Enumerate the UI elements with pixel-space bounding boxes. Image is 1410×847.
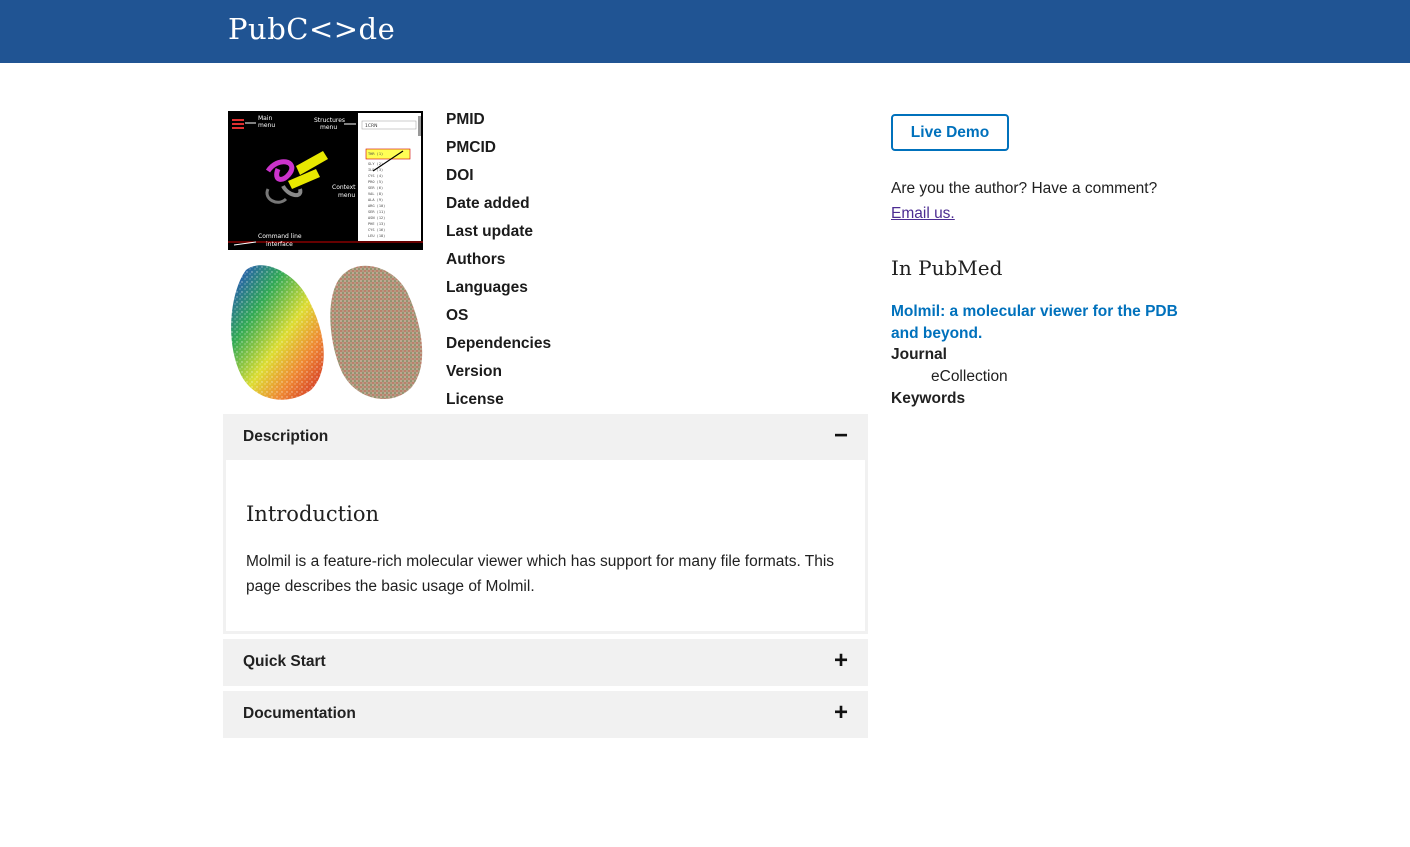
pubmed-heading: In PubMed: [891, 256, 1003, 280]
top-navbar: PubC<>de: [0, 0, 1410, 63]
svg-text:menu: menu: [258, 122, 275, 129]
journal-label: Journal: [891, 346, 947, 363]
expand-icon[interactable]: +: [832, 649, 850, 673]
author-question: Are you the author? Have a comment?: [891, 180, 1158, 197]
meta-date-added: Date added: [446, 195, 530, 212]
svg-text:VAL (8): VAL (8): [368, 192, 383, 196]
accordion-documentation-label: Documentation: [243, 705, 356, 722]
svg-text:LEU (18): LEU (18): [368, 234, 385, 238]
meta-doi: DOI: [446, 167, 474, 184]
command-line-label: Command line: [258, 233, 302, 240]
meta-authors: Authors: [446, 251, 506, 268]
meta-version: Version: [446, 363, 502, 380]
accordion-description-label: Description: [243, 428, 329, 445]
svg-text:ARG (10): ARG (10): [368, 204, 385, 208]
svg-text:interface: interface: [266, 241, 293, 248]
molecular-surface-screenshot[interactable]: [226, 260, 426, 405]
svg-text:CYS (16): CYS (16): [368, 228, 385, 232]
molecular-surface-image: [231, 265, 423, 400]
svg-text:menu: menu: [320, 124, 337, 131]
journal-value: eCollection: [931, 368, 1008, 385]
svg-text:1CRN: 1CRN: [365, 123, 378, 129]
svg-text:PHE (13): PHE (13): [368, 222, 385, 226]
svg-text:SER (11): SER (11): [368, 210, 385, 214]
live-demo-button[interactable]: Live Demo: [891, 114, 1009, 151]
svg-text:THR (1): THR (1): [368, 152, 383, 156]
context-menu-label: Context: [332, 184, 356, 191]
svg-text:ASN (12): ASN (12): [368, 216, 385, 220]
main-menu-label: Main: [258, 115, 273, 122]
svg-text:CYS (4): CYS (4): [368, 174, 383, 178]
email-us-link[interactable]: Email us.: [891, 205, 955, 223]
publication-title-link[interactable]: Molmil: a molecular viewer for the PDB a…: [891, 301, 1191, 345]
svg-text:ALA (9): ALA (9): [368, 198, 383, 202]
structures-menu-label: Structures: [314, 117, 345, 124]
metadata-list: PMID PMCID DOI Date added Last update Au…: [446, 110, 551, 418]
svg-text:SER (6): SER (6): [368, 186, 383, 190]
meta-dependencies: Dependencies: [446, 335, 552, 352]
meta-languages: Languages: [446, 279, 528, 296]
description-text: Molmil is a feature-rich molecular viewe…: [246, 553, 835, 595]
collapse-icon[interactable]: −: [832, 424, 850, 448]
meta-pmid: PMID: [446, 111, 485, 128]
meta-last-update: Last update: [446, 223, 533, 240]
site-logo[interactable]: PubC<>de: [228, 12, 395, 46]
molmil-ui-image: Main menu Structures menu Context menu 1…: [228, 111, 423, 250]
accordion-description-body: Introduction Molmil is a feature-rich mo…: [223, 460, 868, 634]
meta-os: OS: [446, 307, 469, 324]
keywords-label: Keywords: [891, 390, 966, 407]
expand-icon[interactable]: +: [832, 701, 850, 725]
svg-text:PRO (5): PRO (5): [368, 180, 383, 184]
accordion-quick-start-header[interactable]: Quick Start +: [223, 639, 868, 686]
description-heading: Introduction: [246, 502, 379, 526]
accordion-quick-start-label: Quick Start: [243, 653, 326, 670]
molmil-ui-screenshot[interactable]: Main menu Structures menu Context menu 1…: [228, 111, 423, 250]
accordion-description-header[interactable]: Description −: [223, 414, 868, 461]
meta-pmcid: PMCID: [446, 139, 496, 156]
accordion-documentation-header[interactable]: Documentation +: [223, 691, 868, 738]
svg-text:menu: menu: [338, 192, 355, 199]
